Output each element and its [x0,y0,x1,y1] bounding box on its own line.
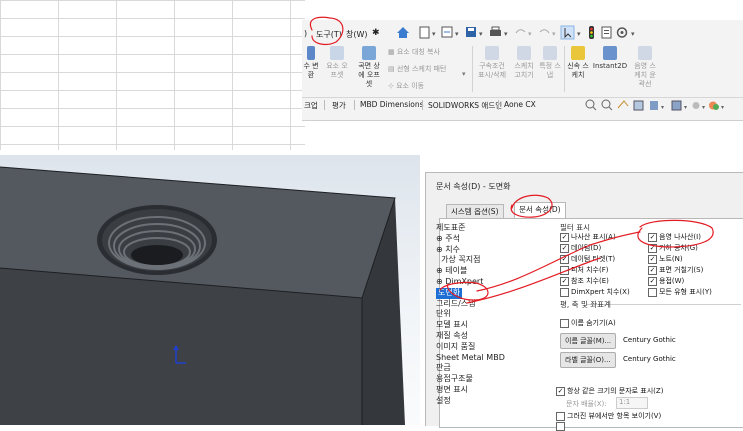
annotation-circle-detailing [439,281,489,301]
annotation-arrow-line [476,231,641,292]
annotation-circle-doc-tab [510,194,553,218]
red-annotation-overlay [309,16,714,304]
annotation-circle-tools-menu [309,16,344,46]
annotation-circle-shaded-thread [637,219,714,248]
